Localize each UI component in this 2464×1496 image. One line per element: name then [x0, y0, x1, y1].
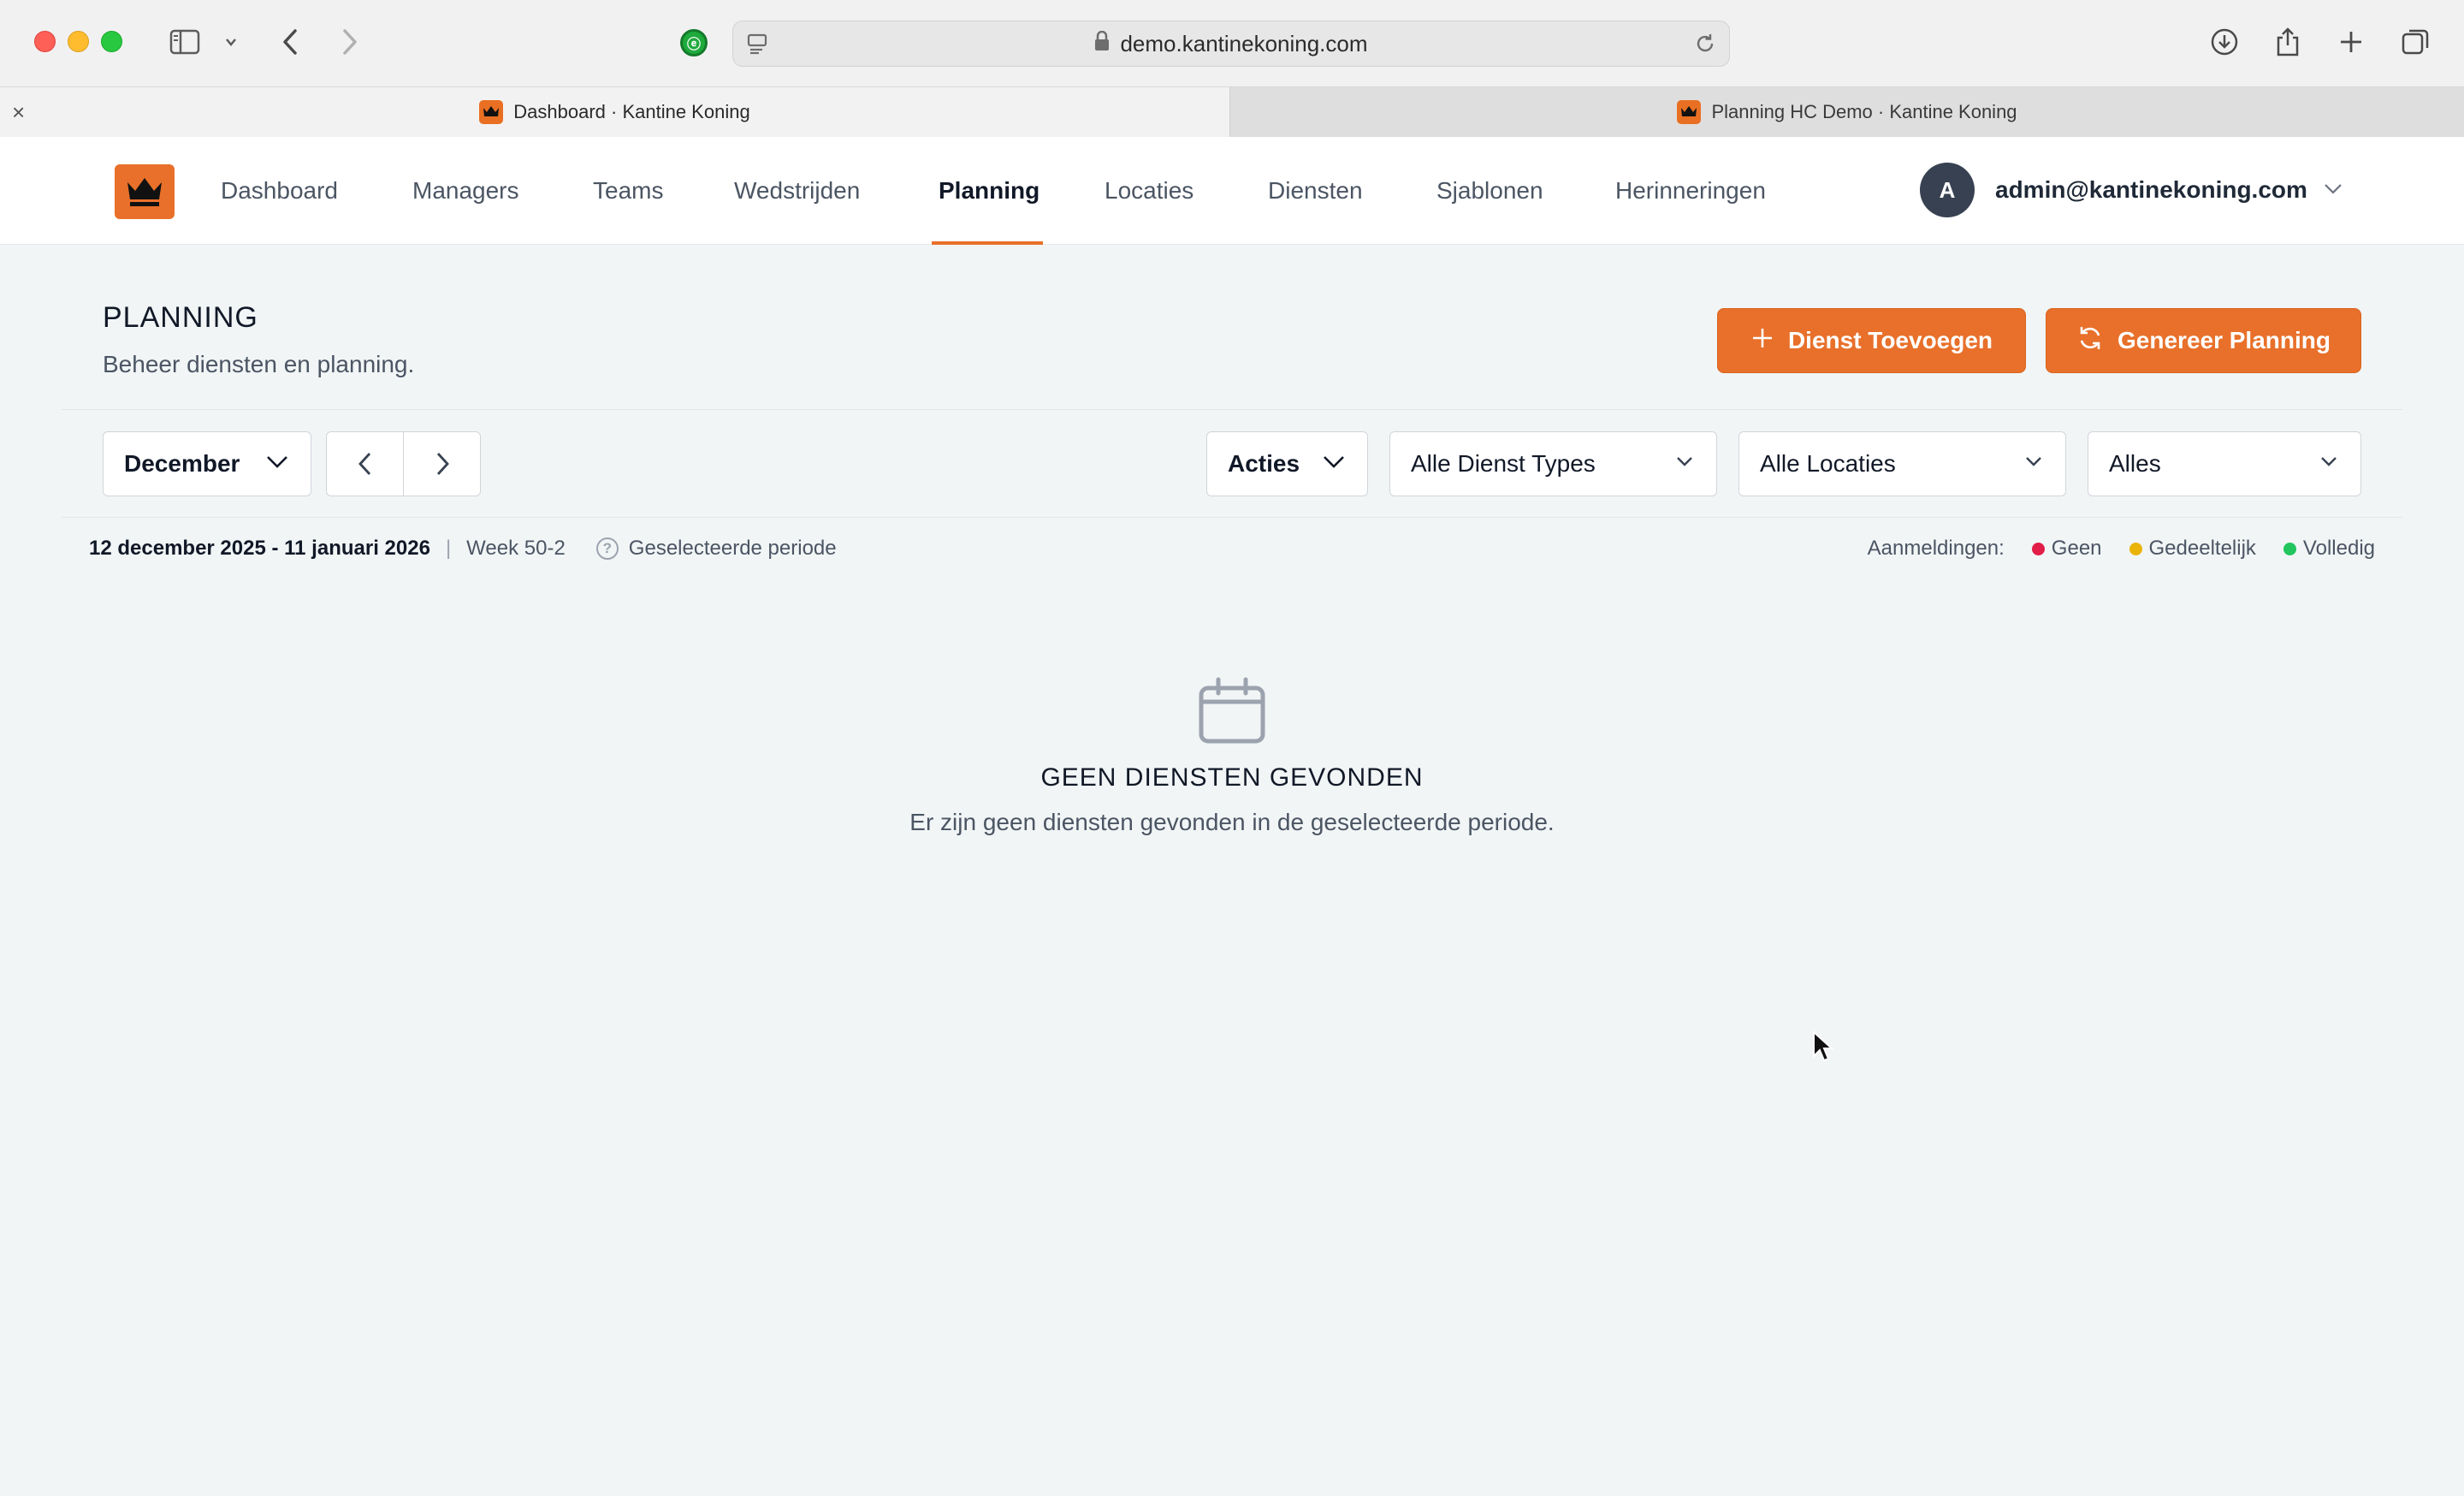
week-label: Week 50-2 — [466, 537, 566, 560]
share-icon[interactable] — [2272, 24, 2303, 60]
chevron-down-icon — [1321, 448, 1347, 480]
next-month-button[interactable] — [403, 432, 480, 496]
date-range: 12 december 2025 - 11 januari 2026 — [89, 537, 430, 560]
url-text: demo.kantinekoning.com — [1120, 30, 1368, 56]
service-type-value: Alle Dienst Types — [1411, 450, 1596, 477]
chevron-down-icon — [264, 448, 290, 480]
actions-label: Acties — [1228, 450, 1300, 477]
user-email[interactable]: admin@kantinekoning.com — [1995, 137, 2307, 243]
legend-label: Aanmeldingen: — [1867, 537, 2005, 560]
minimize-window-button[interactable] — [68, 31, 89, 52]
legend-dot-none — [2031, 542, 2045, 555]
nav-diensten[interactable]: Diensten — [1268, 137, 1363, 245]
tab-bar: Dashboard · Kantine Koning × Planning HC… — [0, 87, 2464, 137]
generate-planning-button[interactable]: Genereer Planning — [2046, 308, 2361, 373]
location-value: Alle Locaties — [1760, 450, 1896, 477]
service-type-select[interactable]: Alle Dienst Types — [1389, 431, 1717, 496]
nav-teams[interactable]: Teams — [593, 137, 663, 245]
legend-item-none: Geen — [2051, 537, 2102, 560]
month-select[interactable]: December — [103, 431, 311, 496]
lock-icon — [1094, 30, 1110, 57]
status-select[interactable]: Alles — [2088, 431, 2361, 496]
reload-icon[interactable] — [1693, 32, 1717, 62]
site-settings-icon[interactable] — [745, 32, 769, 62]
filter-divider — [62, 517, 2402, 518]
chevron-down-icon — [2318, 450, 2340, 478]
header-divider — [62, 409, 2402, 410]
close-tab-icon[interactable]: × — [12, 101, 25, 123]
tab-title: Planning HC Demo · Kantine Koning — [1711, 101, 2017, 122]
help-icon[interactable]: ? — [595, 537, 619, 560]
nav-wedstrijden[interactable]: Wedstrijden — [734, 137, 860, 245]
chevron-down-icon — [2023, 450, 2045, 478]
extension-icon[interactable]: ⓔ — [680, 29, 708, 56]
sidebar-toggle-icon[interactable] — [166, 24, 204, 60]
status-value: Alles — [2109, 450, 2161, 477]
active-nav-indicator — [932, 241, 1043, 245]
nav-dashboard[interactable]: Dashboard — [221, 137, 338, 245]
separator: | — [445, 537, 452, 560]
add-service-label: Dienst Toevoegen — [1787, 327, 1993, 353]
main-navigation: Dashboard Managers Teams Wedstrijden Pla… — [0, 137, 2464, 245]
legend-dot-partial — [2129, 542, 2142, 555]
tab-planning[interactable]: Planning HC Demo · Kantine Koning — [1230, 87, 2464, 137]
legend-item-partial: Gedeeltelijk — [2148, 537, 2256, 560]
month-pager — [326, 431, 481, 496]
chevron-down-icon[interactable] — [221, 24, 241, 60]
tab-overview-icon[interactable] — [2399, 24, 2433, 60]
back-arrow-icon[interactable] — [275, 24, 305, 60]
period-info: 12 december 2025 - 11 januari 2026 | Wee… — [89, 536, 837, 561]
plus-icon — [1750, 326, 1774, 356]
month-value: December — [124, 450, 240, 477]
page-subtitle: Beheer diensten en planning. — [103, 351, 415, 377]
add-service-button[interactable]: Dienst Toevoegen — [1717, 308, 2026, 373]
actions-dropdown[interactable]: Acties — [1206, 431, 1368, 496]
nav-locaties[interactable]: Locaties — [1105, 137, 1194, 245]
new-tab-icon[interactable] — [2336, 24, 2366, 60]
refresh-icon — [2076, 324, 2104, 358]
generate-planning-label: Genereer Planning — [2118, 327, 2331, 353]
tab-dashboard[interactable]: Dashboard · Kantine Koning — [0, 87, 1230, 137]
chevron-down-icon — [1673, 450, 1696, 478]
address-bar[interactable]: demo.kantinekoning.com — [732, 21, 1730, 67]
legend-item-full: Volledig — [2302, 537, 2375, 560]
tab-title: Dashboard · Kantine Koning — [513, 101, 750, 122]
crown-icon — [479, 100, 504, 124]
registrations-legend: Aanmeldingen: Geen Gedeeltelijk Volledig — [1868, 536, 2375, 561]
empty-state-text: Er zijn geen diensten gevonden in de ges… — [909, 809, 1555, 835]
forward-arrow-icon[interactable] — [335, 24, 364, 60]
download-icon[interactable] — [2207, 24, 2242, 60]
nav-planning[interactable]: Planning — [939, 137, 1040, 245]
legend-dot-full — [2283, 542, 2296, 555]
nav-managers[interactable]: Managers — [412, 137, 519, 245]
selected-period-label: Geselecteerde periode — [628, 537, 837, 560]
nav-herinneringen[interactable]: Herinneringen — [1615, 137, 1766, 245]
calendar-icon — [1196, 676, 1268, 752]
mouse-cursor-icon — [1812, 1030, 1834, 1067]
page-title: PLANNING — [103, 301, 258, 334]
location-select[interactable]: Alle Locaties — [1738, 431, 2066, 496]
zoom-window-button[interactable] — [101, 31, 122, 52]
chevron-down-icon[interactable] — [2322, 178, 2344, 205]
avatar[interactable]: A — [1920, 163, 1975, 217]
previous-month-button[interactable] — [327, 432, 403, 496]
close-window-button[interactable] — [34, 31, 56, 52]
logo[interactable] — [115, 164, 175, 219]
nav-sjablonen[interactable]: Sjablonen — [1436, 137, 1543, 245]
empty-state-title: GEEN DIENSTEN GEVONDEN — [1040, 763, 1424, 792]
browser-toolbar: ⓔ demo.kantinekoning.com — [0, 0, 2464, 87]
crown-icon — [1677, 100, 1702, 124]
